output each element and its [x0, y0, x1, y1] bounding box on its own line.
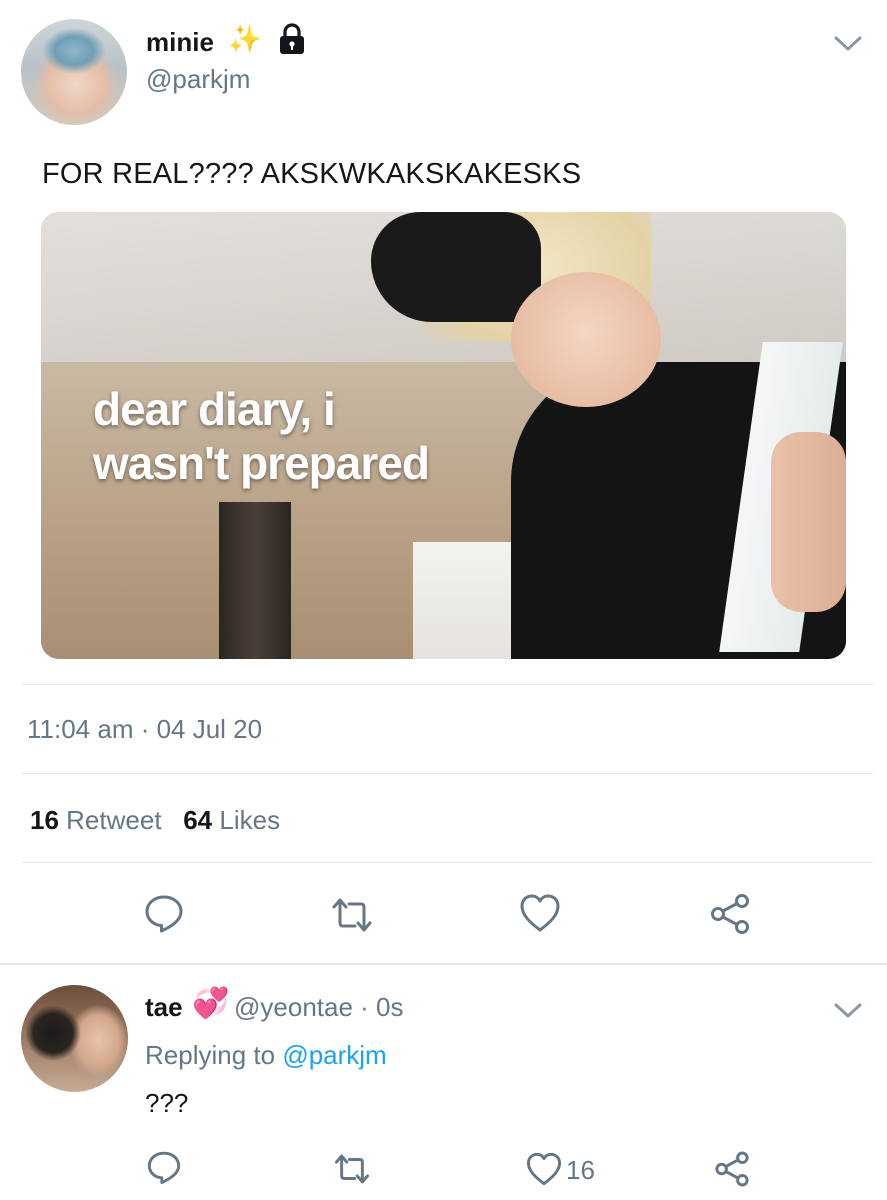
reply-handle-time[interactable]: @yeontae · 0s [234, 992, 403, 1023]
replying-to-link[interactable]: @parkjm [282, 1040, 386, 1070]
share-icon[interactable] [708, 892, 752, 936]
like-count[interactable]: 64 [183, 805, 212, 835]
revolving-hearts-icon: 💞 [192, 987, 230, 1020]
replying-to-prefix: Replying to [145, 1040, 276, 1070]
reply-text: ??? [145, 1088, 189, 1118]
like-label[interactable]: Likes [219, 805, 280, 835]
chevron-down-icon[interactable] [833, 1001, 863, 1021]
media-caption: dear diary, i wasn't prepared [93, 382, 430, 490]
retweet-icon[interactable] [330, 893, 374, 937]
share-icon[interactable] [713, 1150, 751, 1188]
retweet-icon[interactable] [333, 1150, 371, 1188]
reply-display-name[interactable]: tae [145, 992, 183, 1023]
photo-person-cap [371, 212, 541, 322]
tweet-text: FOR REAL???? AKSKWKAKSKAKESKS [42, 158, 582, 190]
photo-hand [771, 432, 846, 612]
handle[interactable]: @parkjm [146, 64, 250, 95]
retweet-count[interactable]: 16 [30, 805, 59, 835]
engagement-stats: 16 Retweet 64 Likes [30, 805, 280, 836]
photo-pillar [219, 502, 291, 659]
tweet-media-image[interactable]: dear diary, i wasn't prepared [41, 212, 846, 659]
chevron-down-icon[interactable] [833, 34, 863, 54]
divider [22, 862, 873, 863]
photo-person-face [511, 272, 661, 407]
reply-icon[interactable] [142, 891, 186, 935]
avatar[interactable] [21, 985, 128, 1092]
replying-to: Replying to @parkjm [145, 1040, 387, 1071]
retweet-label[interactable]: Retweet [66, 805, 161, 835]
avatar[interactable] [21, 19, 127, 125]
media-caption-line: wasn't prepared [93, 437, 430, 489]
timestamp[interactable]: 11:04 am · 04 Jul 20 [27, 714, 262, 745]
divider [22, 684, 873, 685]
lock-icon [276, 22, 308, 56]
like-icon[interactable] [518, 891, 562, 935]
display-name[interactable]: minie [146, 27, 214, 58]
media-caption-line: dear diary, i [93, 383, 336, 435]
photo-doorway [413, 542, 523, 659]
reply-like-count[interactable]: 16 [566, 1155, 595, 1186]
section-divider [0, 963, 887, 965]
divider [22, 773, 873, 774]
sparkles-icon: ✨ [228, 24, 262, 54]
like-icon[interactable] [525, 1150, 563, 1188]
reply-icon[interactable] [145, 1148, 183, 1186]
